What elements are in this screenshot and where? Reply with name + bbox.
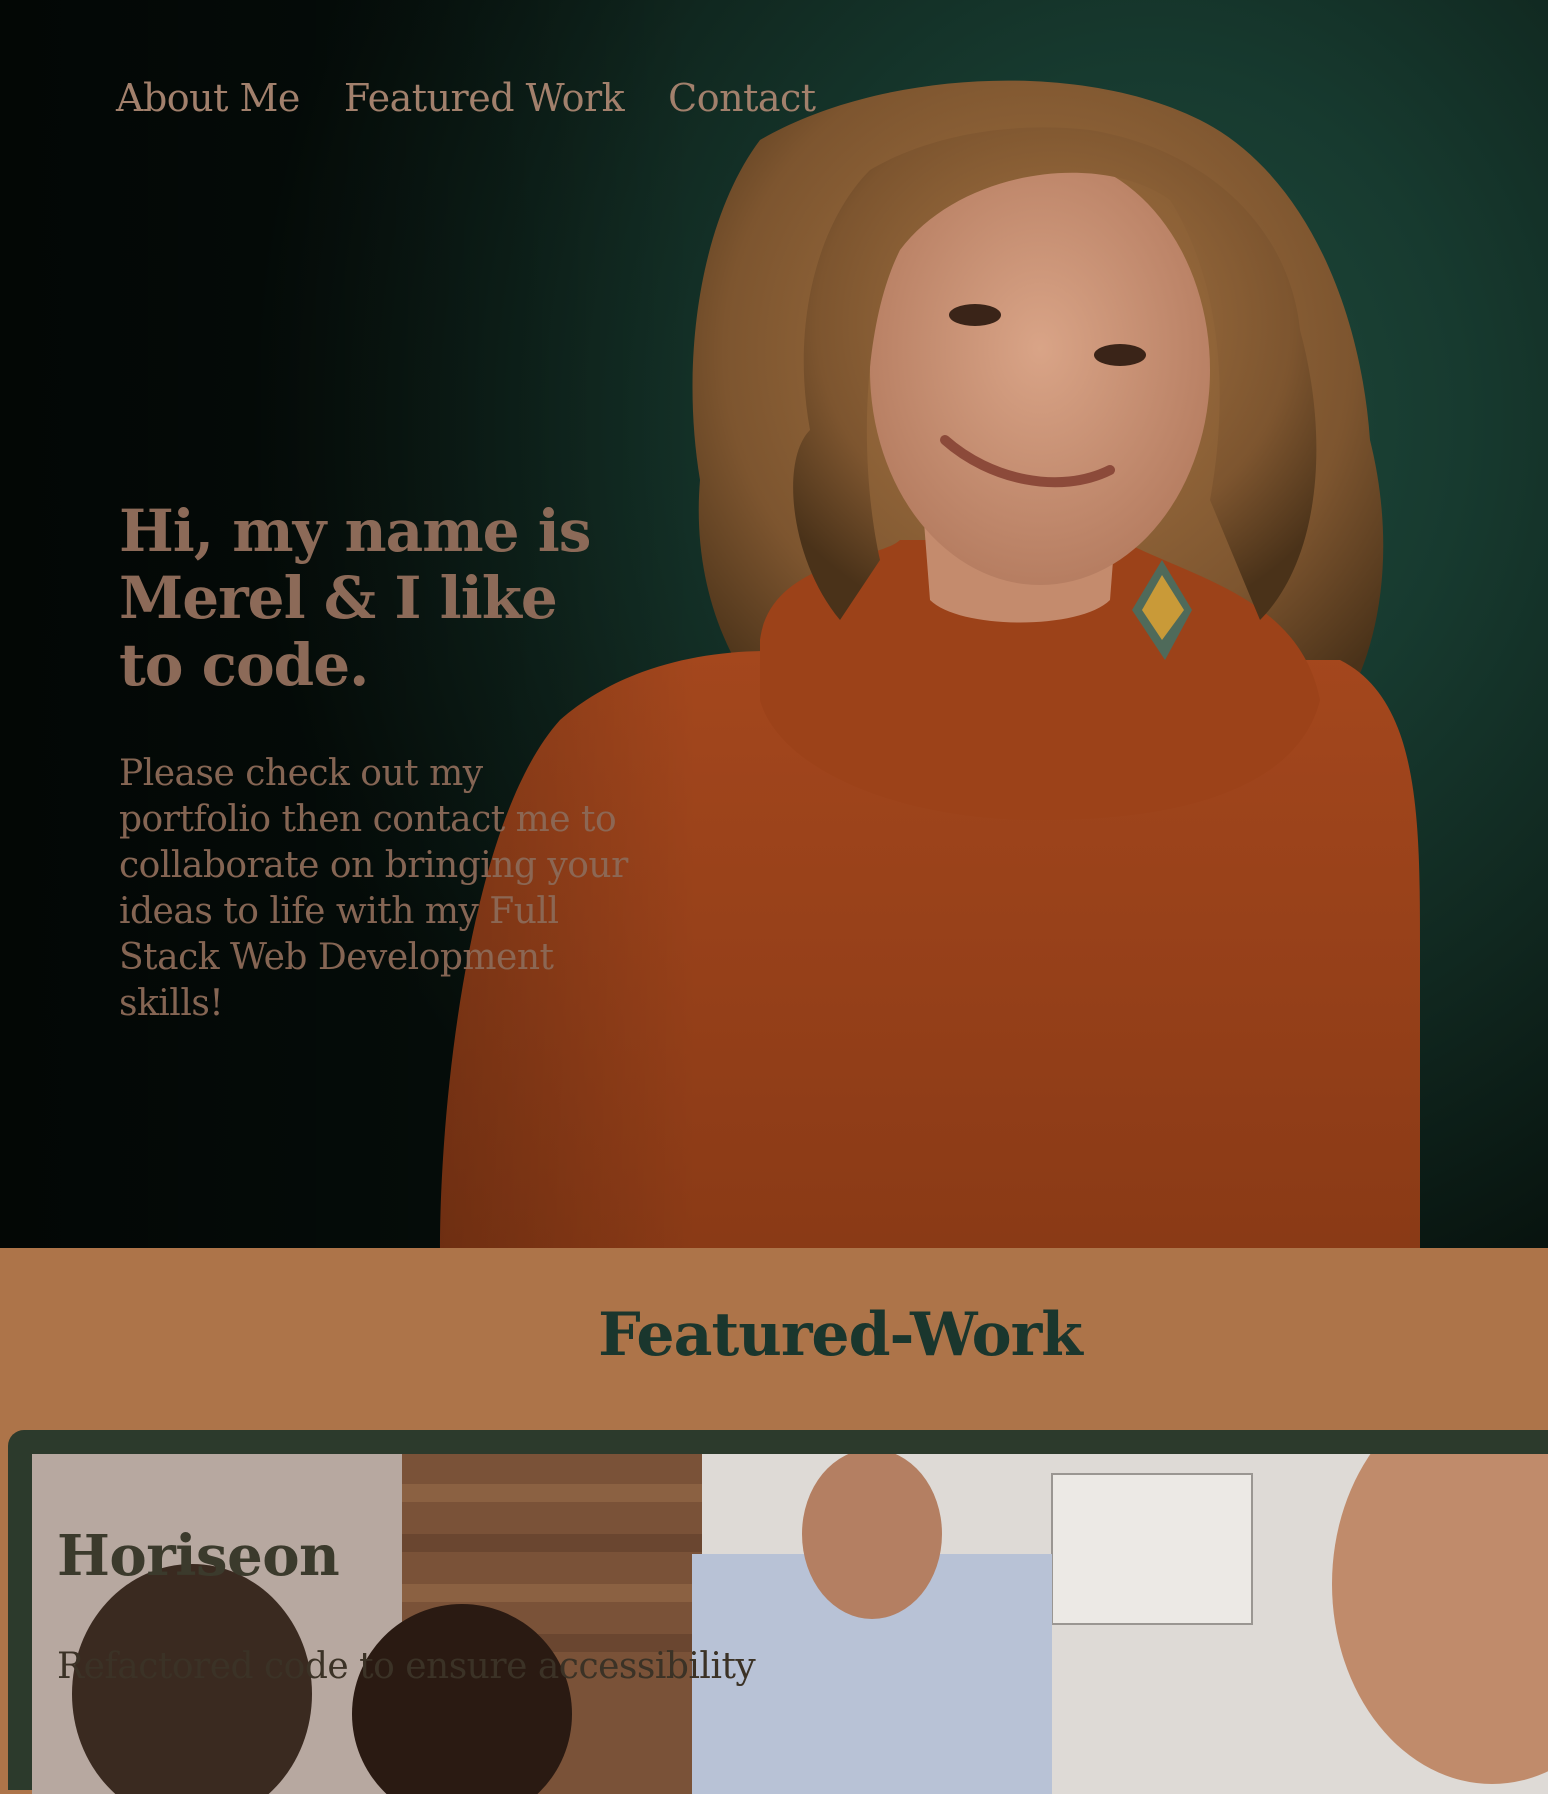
main-nav: About Me Featured Work Contact xyxy=(116,76,816,120)
project-card-horiseon[interactable] xyxy=(8,1430,1548,1794)
nav-link-featured-work[interactable]: Featured Work xyxy=(344,76,625,120)
nav-link-contact[interactable]: Contact xyxy=(668,76,816,120)
project-image[interactable] xyxy=(32,1454,1548,1794)
project-title: Horiseon xyxy=(57,1523,340,1589)
hero-subtitle: Please check out my portfolio then conta… xyxy=(119,753,628,1024)
hero-intro: Hi, my name is Merel & I like to code. P… xyxy=(119,498,639,1027)
hero-title: Hi, my name is Merel & I like to code. xyxy=(119,497,591,699)
nav-link-about-me[interactable]: About Me xyxy=(116,76,300,120)
featured-work-heading: Featured-Work xyxy=(598,1300,1083,1370)
featured-work-section: Featured-Work Horiseon Refactored code t… xyxy=(0,1248,1548,1794)
project-description: Refactored code to ensure accessibility xyxy=(57,1646,756,1687)
hero-section: About Me Featured Work Contact Hi, my na… xyxy=(0,0,1548,1248)
